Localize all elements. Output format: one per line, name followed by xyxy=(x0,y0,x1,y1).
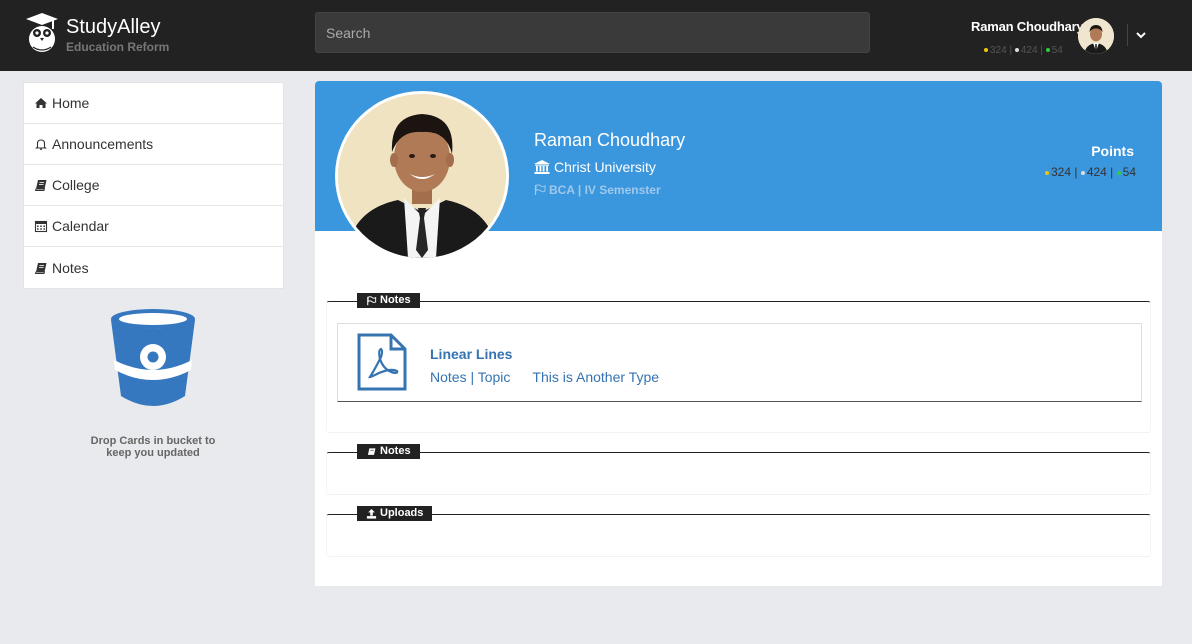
note-type[interactable]: This is Another Type xyxy=(532,369,659,385)
avatar[interactable] xyxy=(1078,18,1114,54)
sidebar-item-label: Calendar xyxy=(52,218,109,234)
flag-icon xyxy=(534,184,546,195)
chevron-down-icon[interactable] xyxy=(1134,28,1148,42)
section-tag-uploads: Uploads xyxy=(357,506,433,521)
bucket-hint: Drop Cards in bucket to keep you updated xyxy=(90,435,216,459)
note-category[interactable]: Notes | Topic xyxy=(430,369,510,385)
section-label: Notes xyxy=(380,294,411,306)
profile-course: BCA | IV Semenster xyxy=(534,183,661,197)
calendar-icon xyxy=(34,219,48,233)
home-icon xyxy=(34,96,48,110)
green-points: 54 xyxy=(1122,165,1136,179)
section-label: Notes xyxy=(380,445,411,457)
profile-picture xyxy=(335,91,509,261)
sidebar-item-home[interactable]: Home xyxy=(24,83,283,124)
bucket-icon[interactable] xyxy=(110,308,198,410)
note-meta: Notes | Topic This is Another Type xyxy=(430,369,659,385)
university-label: Christ University xyxy=(554,159,656,175)
sidebar-item-label: Notes xyxy=(52,259,89,276)
green-dot-icon xyxy=(1045,48,1050,53)
flag-icon xyxy=(367,295,377,305)
divider xyxy=(1127,24,1128,46)
book-icon xyxy=(34,261,48,275)
pdf-icon xyxy=(357,333,407,391)
brand-subtitle: Education Reform xyxy=(66,40,170,54)
sidebar-item-notes[interactable]: Notes xyxy=(24,247,283,288)
course-label: BCA | IV Semenster xyxy=(549,183,661,197)
search-input[interactable] xyxy=(315,12,870,53)
uploads-section: Uploads xyxy=(326,506,1151,557)
silver-points: 424 xyxy=(1020,45,1038,56)
sidebar-nav: Home Announcements College Calendar Note… xyxy=(23,82,284,289)
upload-icon xyxy=(366,508,377,519)
points-label: Points xyxy=(1091,143,1134,159)
book-icon xyxy=(34,178,48,192)
gold-dot-icon xyxy=(984,48,988,53)
silver-points: 424 xyxy=(1086,165,1107,179)
top-bar: StudyAlley Education Reform Raman Choudh… xyxy=(0,0,1192,71)
gold-dot-icon xyxy=(1044,170,1049,175)
user-name[interactable]: Raman Choudhary xyxy=(971,19,1084,34)
profile-name: Raman Choudhary xyxy=(534,130,686,150)
points-values: 324 | 424 | 54 xyxy=(1044,165,1136,179)
user-points: 324 | 424 | 54 xyxy=(984,45,1063,56)
section-label: Uploads xyxy=(380,507,424,519)
sidebar-item-label: College xyxy=(52,177,100,193)
section-tag-notes: Notes xyxy=(357,293,420,308)
sidebar-item-announcements[interactable]: Announcements xyxy=(24,124,283,165)
book-icon xyxy=(367,447,376,455)
section-tag-notes: Notes xyxy=(357,444,420,459)
notes-section-secondary: Notes xyxy=(326,444,1151,495)
gold-points: 324 xyxy=(1050,165,1072,179)
profile-panel: Points 324 | 424 | 54 Raman Choudhary Ch… xyxy=(315,81,1162,586)
sidebar-item-calendar[interactable]: Calendar xyxy=(24,206,283,247)
silver-dot-icon xyxy=(1080,170,1085,175)
sidebar-item-label: Announcements xyxy=(52,136,154,152)
owl-logo-icon[interactable] xyxy=(26,13,58,53)
green-points: 54 xyxy=(1051,45,1063,56)
notes-section: Notes Linear Lines Notes | Topic This is … xyxy=(326,293,1151,433)
sidebar-item-college[interactable]: College xyxy=(24,165,283,206)
note-card[interactable]: Linear Lines Notes | Topic This is Anothe… xyxy=(337,323,1142,402)
bell-icon xyxy=(34,137,48,151)
note-title[interactable]: Linear Lines xyxy=(430,346,512,362)
brand-title[interactable]: StudyAlley xyxy=(66,16,161,39)
gold-points: 324 xyxy=(990,45,1007,56)
silver-dot-icon xyxy=(1014,48,1019,53)
green-dot-icon xyxy=(1116,170,1121,175)
institution-icon xyxy=(534,160,550,174)
sidebar-item-label: Home xyxy=(52,95,90,111)
profile-university: Christ University xyxy=(534,159,656,175)
